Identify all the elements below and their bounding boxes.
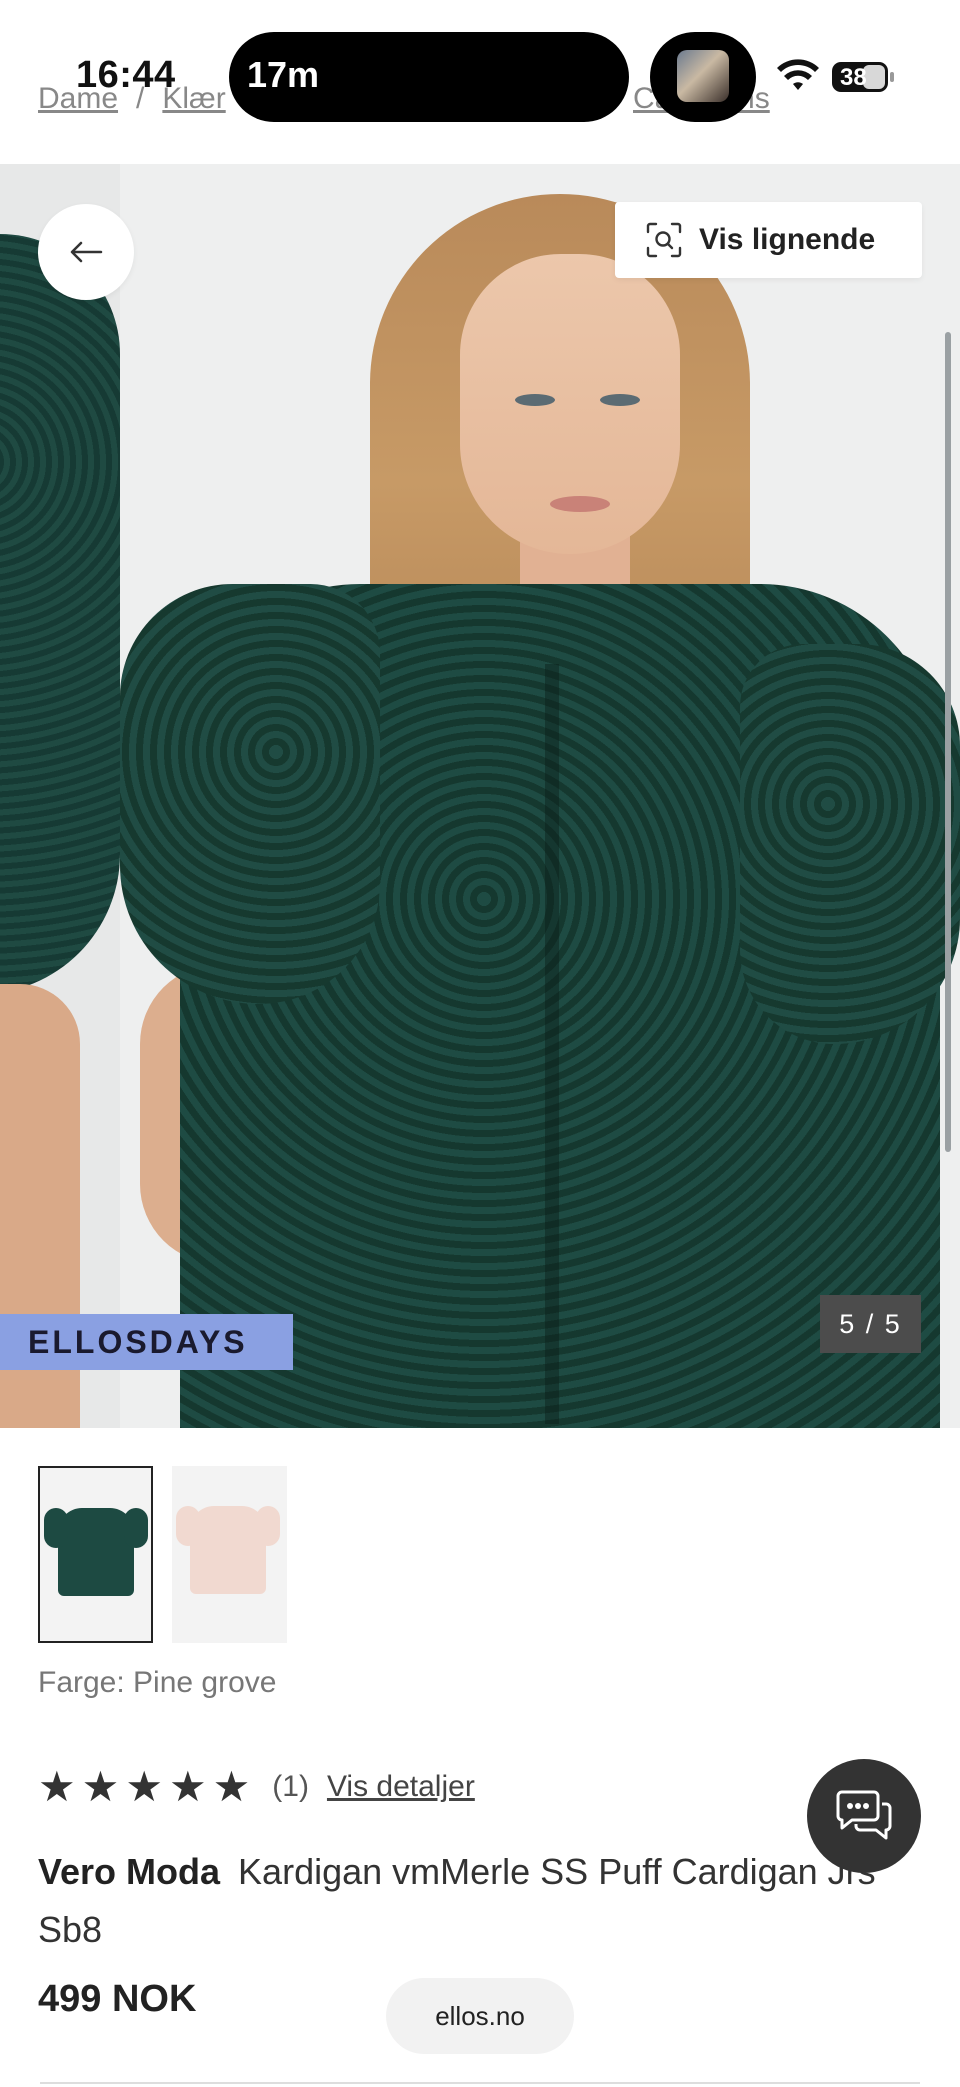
- star-icon: ★: [81, 1763, 120, 1810]
- swatch-pink[interactable]: [172, 1466, 287, 1643]
- timer-text: 17m: [247, 54, 320, 95]
- star-icon: ★: [125, 1763, 163, 1810]
- promo-badge: ELLOSDAYS: [0, 1314, 293, 1370]
- battery-level: 38: [840, 64, 867, 91]
- image-counter: 5 / 5: [820, 1295, 921, 1353]
- divider: [40, 2082, 920, 2084]
- wifi-icon: [777, 59, 819, 90]
- color-swatches: [38, 1466, 287, 1643]
- battery-tip: [890, 72, 894, 82]
- show-details-link[interactable]: Vis detaljer: [327, 1770, 475, 1804]
- chat-button[interactable]: [807, 1759, 921, 1873]
- product-title: Vero Moda Kardigan vmMerle SS Puff Cardig…: [38, 1843, 898, 1959]
- dynamic-island-timer[interactable]: 17m: [229, 32, 629, 122]
- gallery-scrollbar[interactable]: [945, 332, 951, 1152]
- product-image-gallery[interactable]: Vis lignende ELLOSDAYS 5 / 5: [0, 164, 960, 1428]
- chat-bubbles-icon: [836, 1790, 892, 1840]
- now-playing-artwork[interactable]: [650, 32, 756, 122]
- color-label: Farge: Pine grove: [38, 1666, 277, 1699]
- back-button[interactable]: [38, 204, 134, 300]
- swatch-pine-grove[interactable]: [38, 1466, 153, 1643]
- product-photo[interactable]: [120, 164, 960, 1428]
- product-price: 499 NOK: [38, 1978, 197, 2020]
- browser-url: ellos.no: [435, 2000, 525, 2031]
- status-time: 16:44: [76, 54, 176, 96]
- shirt-thumbnail-green: [44, 1508, 148, 1596]
- show-similar-label: Vis lignende: [699, 223, 876, 256]
- star-icon: ★: [212, 1763, 251, 1810]
- album-art-icon: [677, 50, 729, 102]
- arrow-left-icon: [70, 241, 103, 263]
- rating-stars: ★ ★ ★ ★ ★: [38, 1766, 250, 1808]
- visual-search-icon: [646, 222, 682, 258]
- image-counter-text: 5 / 5: [839, 1308, 902, 1339]
- product-brand[interactable]: Vero Moda: [38, 1851, 220, 1892]
- show-similar-button[interactable]: Vis lignende: [615, 202, 922, 278]
- promo-badge-label: ELLOSDAYS: [28, 1323, 248, 1360]
- product-rating: ★ ★ ★ ★ ★ (1) Vis detaljer: [38, 1766, 475, 1808]
- rating-count: (1): [272, 1770, 309, 1803]
- battery-icon: 38: [832, 62, 888, 92]
- star-icon: ★: [168, 1763, 207, 1810]
- star-icon: ★: [38, 1763, 76, 1810]
- previous-image-peek[interactable]: [0, 164, 120, 1428]
- browser-url-pill[interactable]: ellos.no: [386, 1978, 574, 2054]
- shirt-thumbnail-pink: [176, 1506, 280, 1594]
